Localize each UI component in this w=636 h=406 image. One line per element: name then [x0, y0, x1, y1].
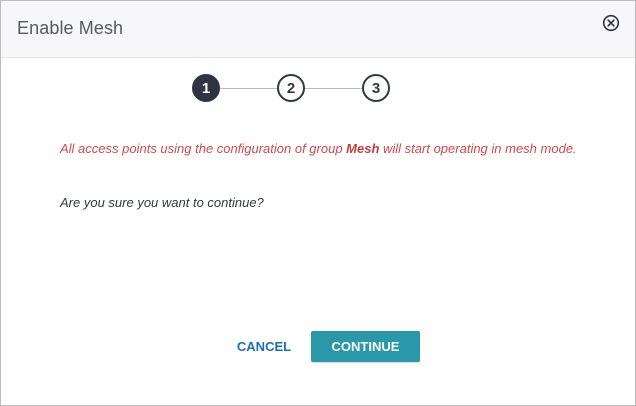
dialog-header: Enable Mesh — [1, 1, 635, 58]
dialog-title: Enable Mesh — [17, 18, 124, 38]
close-button[interactable] — [602, 14, 620, 32]
cancel-button[interactable]: CANCEL — [233, 333, 295, 361]
enable-mesh-dialog: Enable Mesh 1 2 3 All access points usin… — [0, 0, 636, 406]
step-2: 2 — [277, 74, 305, 102]
continue-button[interactable]: CONTINUE — [311, 331, 420, 362]
step-connector — [305, 88, 362, 89]
step-1: 1 — [192, 74, 220, 102]
warning-suffix: will start operating in mesh mode. — [379, 141, 577, 156]
warning-prefix: All access points using the configuratio… — [60, 141, 347, 156]
step-indicator: 1 2 3 — [190, 73, 396, 107]
close-circle-icon — [602, 14, 620, 32]
confirmation-question: Are you sure you want to continue? — [60, 195, 264, 210]
step-connector — [220, 88, 277, 89]
warning-message: All access points using the configuratio… — [60, 141, 577, 156]
group-name: Mesh — [346, 141, 380, 156]
step-3: 3 — [362, 74, 390, 102]
